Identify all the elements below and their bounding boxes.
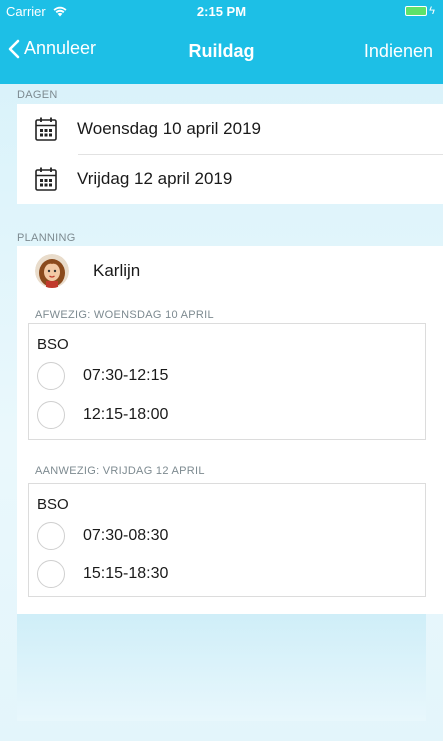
days-section-label: DAGEN xyxy=(17,89,58,101)
avatar xyxy=(35,254,69,288)
present-group-label: BSO xyxy=(37,496,69,513)
submit-button[interactable]: Indienen xyxy=(364,41,433,62)
radio-button[interactable] xyxy=(37,522,65,550)
absent-slot-1[interactable]: 07:30-12:15 xyxy=(37,358,417,394)
day-label: Vrijdag 12 april 2019 xyxy=(77,169,233,188)
status-bar: Carrier 2:15 PM ϟ xyxy=(0,0,443,22)
slot-time: 15:15-18:30 xyxy=(83,565,169,582)
planning-section-label: PLANNING xyxy=(17,232,76,244)
present-section-label: AANWEZIG: VRIJDAG 12 APRIL xyxy=(35,465,205,477)
days-card: Woensdag 10 april 2019 Vrijdag 12 april … xyxy=(17,104,443,204)
navigation-bar: Annuleer Ruildag Indienen xyxy=(0,22,443,84)
calendar-icon xyxy=(35,117,57,141)
radio-button[interactable] xyxy=(37,401,65,429)
slot-time: 07:30-08:30 xyxy=(83,527,169,544)
day-row-1[interactable]: Woensdag 10 april 2019 xyxy=(17,104,443,154)
battery-icon xyxy=(405,6,428,16)
radio-button[interactable] xyxy=(37,560,65,588)
present-slot-1[interactable]: 07:30-08:30 xyxy=(37,518,417,554)
absent-slot-2[interactable]: 12:15-18:00 xyxy=(37,397,417,433)
status-time: 2:15 PM xyxy=(196,4,247,19)
slot-time: 07:30-12:15 xyxy=(83,367,169,384)
present-block: BSO 07:30-08:30 15:15-18:30 xyxy=(28,483,426,597)
radio-button[interactable] xyxy=(37,362,65,390)
empty-area xyxy=(17,614,426,721)
charging-icon: ϟ xyxy=(429,5,435,17)
absent-group-label: BSO xyxy=(37,336,69,353)
child-row: Karlijn xyxy=(17,246,443,296)
day-row-2[interactable]: Vrijdag 12 april 2019 xyxy=(17,154,443,204)
present-slot-2[interactable]: 15:15-18:30 xyxy=(37,556,417,592)
slot-time: 12:15-18:00 xyxy=(83,406,169,423)
absent-section-label: AFWEZIG: WOENSDAG 10 APRIL xyxy=(35,309,214,321)
day-label: Woensdag 10 april 2019 xyxy=(77,119,261,138)
child-name: Karlijn xyxy=(93,261,141,280)
battery-indicator: ϟ xyxy=(405,5,435,17)
absent-block: BSO 07:30-12:15 12:15-18:00 xyxy=(28,323,426,440)
calendar-icon xyxy=(35,167,57,191)
